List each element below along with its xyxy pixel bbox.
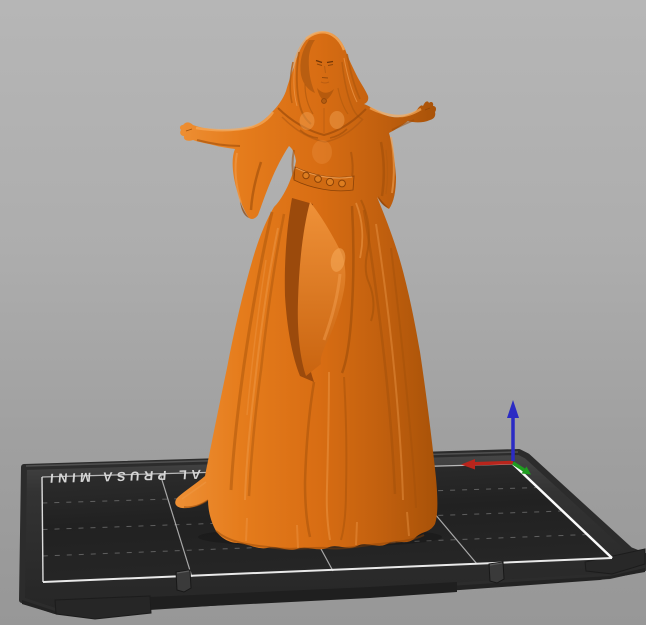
model-figurine[interactable] [175, 32, 437, 550]
bed-clip-right [489, 562, 504, 583]
scene-svg: ORIGINAL PRUSA MINI [0, 0, 646, 625]
bed-clip-left [176, 570, 191, 592]
3d-viewport[interactable]: ORIGINAL PRUSA MINI [0, 0, 646, 625]
bed-foot-left [55, 596, 151, 619]
